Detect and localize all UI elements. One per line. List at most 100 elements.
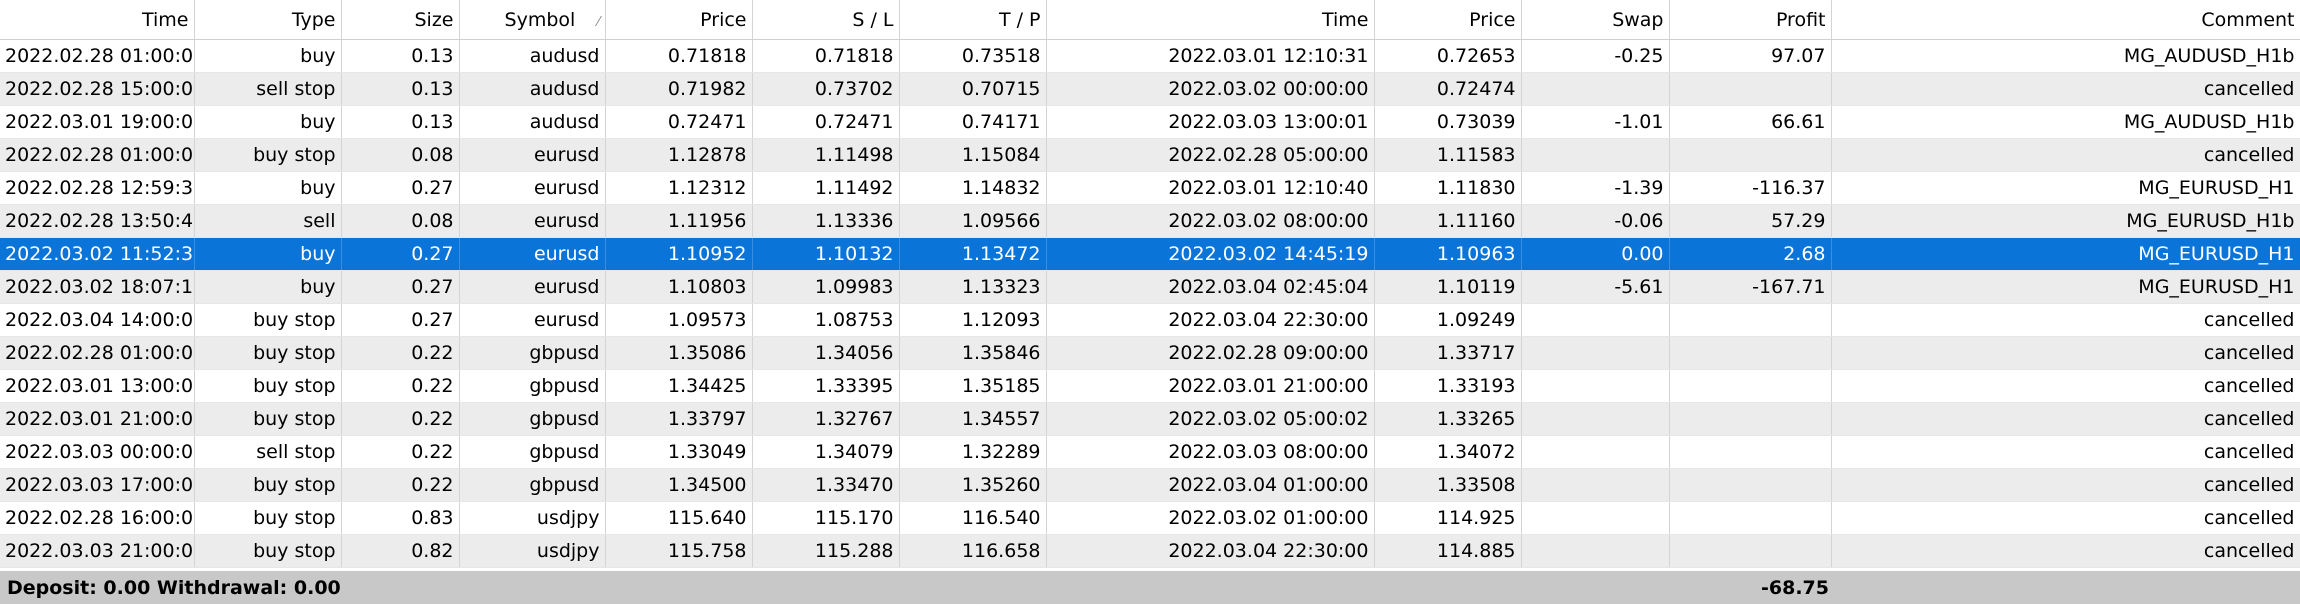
- table-row[interactable]: 2022.03.01 19:00:00 buy 0.13 audusd 0.72471 0…: [0, 105, 2300, 139]
- cell-profit: [1669, 534, 1832, 568]
- table-row[interactable]: 2022.02.28 16:00:00 buy stop 0.83 usdjpy 115…: [0, 501, 2300, 535]
- table-row[interactable]: 2022.03.03 17:00:00 buy stop 0.22 gbpusd 1.3…: [0, 468, 2300, 502]
- table-row[interactable]: 2022.03.02 18:07:10 buy 0.27 eurusd 1.10803 1…: [0, 270, 2300, 304]
- cell-open-time: 2022.03.01 21:00:00: [0, 402, 195, 436]
- cell-profit: 2.68: [1669, 237, 1832, 271]
- table-row[interactable]: 2022.03.01 21:00:00 buy stop 0.22 gbpusd 1.3…: [0, 402, 2300, 436]
- cell-close-price: 1.11830: [1374, 171, 1522, 205]
- cell-profit: 66.61: [1669, 105, 1832, 139]
- cell-profit: -167.71: [1669, 270, 1832, 304]
- cell-stop-loss: 1.33470: [752, 468, 900, 502]
- cell-swap: -5.61: [1521, 270, 1670, 304]
- cell-close-time: 2022.03.02 00:00:00: [1046, 72, 1375, 106]
- cell-close-time: 2022.03.02 01:00:00: [1046, 501, 1375, 535]
- cell-open-price: 1.12878: [605, 138, 753, 172]
- column-header-label: Symbol: [504, 8, 576, 31]
- table-row[interactable]: 2022.02.28 15:00:00 sell stop 0.13 audusd 0.…: [0, 72, 2300, 106]
- cell-close-price: 1.33265: [1374, 402, 1522, 436]
- cell-comment: cancelled: [1831, 468, 2300, 502]
- column-header-label: Time: [142, 8, 189, 31]
- sort-indicator-icon: ⁄: [597, 14, 600, 30]
- column-header-swap[interactable]: Swap: [1521, 0, 1670, 40]
- cell-stop-loss: 1.34056: [752, 336, 900, 370]
- cell-profit: [1669, 369, 1832, 403]
- table-row[interactable]: 2022.03.03 00:00:00 sell stop 0.22 gbpusd 1.…: [0, 435, 2300, 469]
- column-header-close-time[interactable]: Time: [1046, 0, 1375, 40]
- column-header-open-time[interactable]: Time: [0, 0, 195, 40]
- cell-open-time: 2022.02.28 15:00:00: [0, 72, 195, 106]
- cell-comment: cancelled: [1831, 303, 2300, 337]
- deposit-withdrawal-summary: Deposit: 0.00 Withdrawal: 0.00: [7, 577, 341, 599]
- table-row[interactable]: 2022.02.28 01:00:00 buy stop 0.08 eurusd 1.1…: [0, 138, 2300, 172]
- cell-close-price: 0.73039: [1374, 105, 1522, 139]
- cell-type: buy: [194, 270, 342, 304]
- cell-size: 0.27: [341, 237, 460, 271]
- cell-comment: cancelled: [1831, 336, 2300, 370]
- table-row[interactable]: 2022.03.02 11:52:39 buy 0.27 eurusd 1.10952 1…: [0, 237, 2300, 271]
- cell-take-profit: 1.32289: [899, 435, 1047, 469]
- column-header-label: Comment: [2201, 8, 2295, 31]
- table-row[interactable]: 2022.03.04 14:00:00 buy stop 0.27 eurusd 1.0…: [0, 303, 2300, 337]
- column-header-comment[interactable]: Comment: [1831, 0, 2300, 40]
- cell-open-time: 2022.02.28 01:00:00: [0, 138, 195, 172]
- cell-take-profit: 1.13472: [899, 237, 1047, 271]
- column-header-stop-loss[interactable]: S / L: [752, 0, 900, 40]
- cell-profit: [1669, 336, 1832, 370]
- cell-symbol: eurusd: [459, 138, 606, 172]
- cell-open-time: 2022.02.28 01:00:00: [0, 336, 195, 370]
- cell-open-price: 1.33797: [605, 402, 753, 436]
- table-row[interactable]: 2022.03.03 21:00:01 buy stop 0.82 usdjpy 115…: [0, 534, 2300, 568]
- cell-close-time: 2022.03.01 21:00:00: [1046, 369, 1375, 403]
- cell-size: 0.08: [341, 204, 460, 238]
- table-row[interactable]: 2022.03.01 13:00:00 buy stop 0.22 gbpusd 1.3…: [0, 369, 2300, 403]
- cell-close-time: 2022.03.04 22:30:00: [1046, 534, 1375, 568]
- table-row[interactable]: 2022.02.28 12:59:31 buy 0.27 eurusd 1.12312 1…: [0, 171, 2300, 205]
- cell-open-price: 0.72471: [605, 105, 753, 139]
- cell-close-price: 1.10119: [1374, 270, 1522, 304]
- summary-footer: Deposit: 0.00 Withdrawal: 0.00 -68.75: [0, 571, 2300, 604]
- cell-symbol: gbpusd: [459, 336, 606, 370]
- column-header-close-price[interactable]: Price: [1374, 0, 1522, 40]
- cell-stop-loss: 1.33395: [752, 369, 900, 403]
- cell-take-profit: 0.70715: [899, 72, 1047, 106]
- cell-type: buy: [194, 171, 342, 205]
- column-header-profit[interactable]: Profit: [1669, 0, 1832, 40]
- cell-symbol: eurusd: [459, 204, 606, 238]
- column-header-size[interactable]: Size: [341, 0, 460, 40]
- column-header-symbol[interactable]: Symbol ⁄: [459, 0, 606, 40]
- table-row[interactable]: 2022.02.28 01:00:00 buy 0.13 audusd 0.71818 0…: [0, 39, 2300, 73]
- column-header-open-price[interactable]: Price: [605, 0, 753, 40]
- cell-type: buy stop: [194, 468, 342, 502]
- column-header-label: Price: [1469, 8, 1516, 31]
- cell-swap: [1521, 534, 1670, 568]
- cell-open-price: 1.11956: [605, 204, 753, 238]
- cell-close-price: 1.33193: [1374, 369, 1522, 403]
- cell-swap: -0.25: [1521, 39, 1670, 73]
- cell-comment: MG_AUDUSD_H1b: [1831, 39, 2300, 73]
- cell-symbol: gbpusd: [459, 402, 606, 436]
- cell-swap: [1521, 369, 1670, 403]
- cell-take-profit: 1.14832: [899, 171, 1047, 205]
- cell-type: buy stop: [194, 138, 342, 172]
- cell-profit: 97.07: [1669, 39, 1832, 73]
- cell-take-profit: 1.13323: [899, 270, 1047, 304]
- cell-profit: [1669, 72, 1832, 106]
- header-row: Time Type Size Symbol ⁄ Price S / L T / P Time Pr…: [0, 0, 2300, 40]
- column-header-type[interactable]: Type: [194, 0, 342, 40]
- cell-open-time: 2022.03.01 13:00:00: [0, 369, 195, 403]
- column-header-label: S / L: [852, 8, 894, 31]
- cell-swap: [1521, 303, 1670, 337]
- cell-swap: [1521, 435, 1670, 469]
- cell-comment: cancelled: [1831, 501, 2300, 535]
- cell-symbol: gbpusd: [459, 369, 606, 403]
- table-row[interactable]: 2022.02.28 13:50:41 sell 0.08 eurusd 1.11956…: [0, 204, 2300, 238]
- column-header-take-profit[interactable]: T / P: [899, 0, 1047, 40]
- cell-open-price: 115.640: [605, 501, 753, 535]
- column-header-label: Swap: [1612, 8, 1664, 31]
- cell-swap: -1.01: [1521, 105, 1670, 139]
- cell-profit: [1669, 468, 1832, 502]
- cell-symbol: gbpusd: [459, 468, 606, 502]
- cell-comment: cancelled: [1831, 138, 2300, 172]
- table-row[interactable]: 2022.02.28 01:00:00 buy stop 0.22 gbpusd 1.3…: [0, 336, 2300, 370]
- cell-take-profit: 0.73518: [899, 39, 1047, 73]
